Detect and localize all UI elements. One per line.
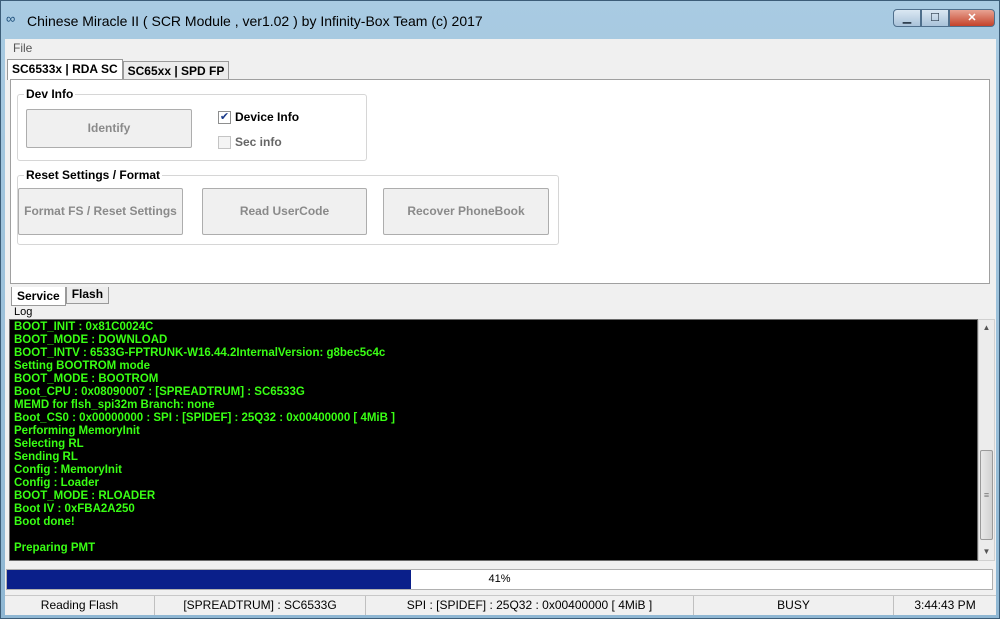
maximize-button[interactable]: ☐	[921, 9, 949, 27]
log-scrollbar[interactable]: ▲ ≡ ▼	[978, 319, 995, 561]
log-console[interactable]: BOOT_INIT : 0x81C0024C BOOT_MODE : DOWNLO…	[9, 319, 978, 561]
format-fs-button[interactable]: Format FS / Reset Settings	[18, 188, 183, 235]
log-line: Boot done!	[14, 516, 75, 528]
status-time: 3:44:43 PM	[914, 598, 976, 612]
infinity-icon: ∞	[6, 11, 16, 26]
sec-info-label: Sec info	[235, 135, 282, 149]
window-title: Chinese Miracle II ( SCR Module , ver1.0…	[27, 13, 483, 29]
app-window: ∞ Chinese Miracle II ( SCR Module , ver1…	[0, 0, 1000, 619]
sec-info-checkbox-row[interactable]: Sec info	[218, 135, 282, 149]
client-area: File SC6533x | RDA SC SC65xx | SPD FP De…	[5, 39, 996, 615]
log-line: BOOT_INIT : 0x81C0024C	[14, 321, 154, 333]
sec-info-checkbox[interactable]	[218, 135, 231, 149]
device-info-label: Device Info	[235, 110, 300, 124]
status-state: BUSY	[694, 596, 894, 615]
menu-bar: File	[5, 39, 996, 57]
recover-phonebook-button[interactable]: Recover PhoneBook	[383, 188, 549, 235]
device-info-checkbox[interactable]: ✔	[218, 110, 231, 124]
log-line: MEMD for flsh_spi32m Branch: none	[14, 399, 215, 411]
log-line: BOOT_MODE : RLOADER	[14, 490, 156, 502]
log-line: Boot_CPU : 0x08090007 : [SPREADTRUM] : S…	[14, 386, 305, 398]
dev-info-group: Dev Info Identify ✔ Device Info Sec info	[17, 87, 367, 161]
menu-file[interactable]: File	[13, 41, 32, 55]
log-line: BOOT_MODE : BOOTROM	[14, 373, 159, 385]
status-bar: Reading Flash [SPREADTRUM] : SC6533G SPI…	[5, 595, 996, 615]
tab-service[interactable]: Service	[11, 287, 66, 306]
tab-flash[interactable]: Flash	[65, 287, 110, 304]
log-line: Config : Loader	[14, 477, 99, 489]
log-line: Boot_CS0 : 0x00000000 : SPI : [SPIDEF] :…	[14, 412, 395, 424]
module-tabs: SC6533x | RDA SC SC65xx | SPD FP	[7, 59, 230, 80]
log-line: Performing MemoryInit	[14, 425, 140, 437]
reset-settings-group: Reset Settings / Format Format FS / Rese…	[17, 168, 559, 245]
dev-info-title: Dev Info	[24, 87, 76, 101]
reset-settings-title: Reset Settings / Format	[24, 168, 163, 182]
log-line: Boot IV : 0xFBA2A250	[14, 503, 135, 515]
scroll-up-arrow-icon[interactable]: ▲	[979, 320, 994, 336]
status-flash: SPI : [SPIDEF] : 25Q32 : 0x00400000 [ 4M…	[366, 596, 694, 615]
status-task: Reading Flash	[5, 596, 155, 615]
function-tabs: Service Flash	[11, 287, 110, 306]
log-line: Selecting RL	[14, 438, 84, 450]
service-panel: Dev Info Identify ✔ Device Info Sec info…	[10, 79, 990, 284]
status-cpu: [SPREADTRUM] : SC6533G	[155, 596, 366, 615]
log-line: Sending RL	[14, 451, 78, 463]
log-line: Config : MemoryInit	[14, 464, 122, 476]
log-line: BOOT_MODE : DOWNLOAD	[14, 334, 168, 346]
identify-button[interactable]: Identify	[26, 109, 192, 148]
minimize-button[interactable]: ▁	[893, 9, 921, 27]
log-line: Setting BOOTROM mode	[14, 360, 151, 372]
window-controls: ▁ ☐ ✕	[893, 9, 995, 27]
log-line: BOOT_INTV : 6533G-FPTRUNK-W16.44.2Intern…	[14, 347, 386, 359]
log-label: Log	[14, 306, 33, 318]
device-info-checkbox-row[interactable]: ✔ Device Info	[218, 110, 299, 124]
title-bar[interactable]: ∞ Chinese Miracle II ( SCR Module , ver1…	[1, 1, 999, 39]
tab-sc6533x-rda[interactable]: SC6533x | RDA SC	[7, 59, 123, 80]
scroll-thumb[interactable]: ≡	[980, 450, 993, 540]
log-line: Preparing PMT	[14, 542, 96, 554]
progress-percent: 41%	[488, 573, 511, 585]
close-button[interactable]: ✕	[949, 9, 995, 27]
progress-bar: 41%	[6, 569, 993, 590]
tab-sc65xx-spd[interactable]: SC65xx | SPD FP	[122, 61, 230, 80]
read-usercode-button[interactable]: Read UserCode	[202, 188, 367, 235]
scroll-down-arrow-icon[interactable]: ▼	[979, 544, 994, 560]
